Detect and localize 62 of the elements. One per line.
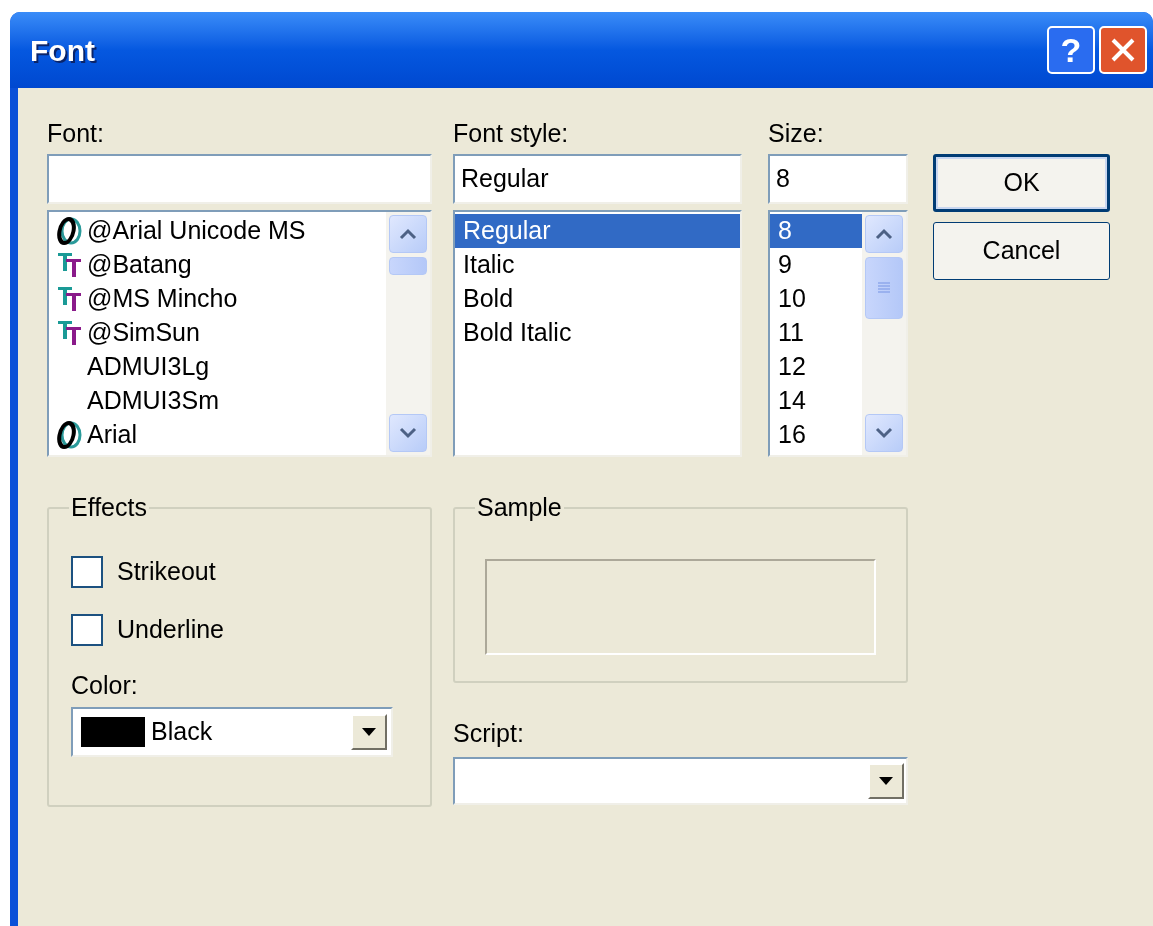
dialog-button[interactable]: OK — [933, 154, 1110, 212]
list-item[interactable]: Arial — [49, 418, 386, 452]
chevron-down-icon — [875, 427, 893, 439]
text-field[interactable] — [47, 154, 432, 204]
field-label: Font: — [47, 118, 105, 149]
list-item[interactable]: ADMUI3Sm — [49, 384, 386, 418]
checkbox-label: Underline — [117, 614, 224, 646]
color-dropdown[interactable]: Black — [71, 707, 393, 757]
list-item[interactable]: Italic — [455, 248, 740, 282]
checkbox[interactable] — [71, 556, 103, 588]
grip-icon — [877, 281, 891, 295]
list-item[interactable]: @SimSun — [49, 316, 386, 350]
list-item[interactable]: ADMUI3Lg — [49, 350, 386, 384]
scroll-up-button[interactable] — [865, 215, 903, 253]
scrollbar[interactable] — [386, 212, 430, 455]
list-item[interactable]: 12 — [770, 350, 862, 384]
field-label: Size: — [768, 118, 825, 149]
help-button[interactable]: ? — [1047, 26, 1095, 74]
dropdown-arrow-icon — [362, 728, 376, 736]
opentype-icon — [57, 421, 83, 449]
dropdown-button[interactable] — [351, 714, 387, 750]
scroll-down-button[interactable] — [865, 414, 903, 452]
list-item[interactable]: 10 — [770, 282, 862, 316]
dialog-button[interactable]: Cancel — [933, 222, 1110, 280]
truetype-icon — [57, 285, 83, 313]
dropdown-button[interactable] — [868, 763, 904, 799]
checkbox[interactable] — [71, 614, 103, 646]
scroll-thumb[interactable] — [389, 257, 427, 275]
list-box[interactable]: @Arial Unicode MS @Batang @MS Mincho @SimSun ADMUI3Lg ADMUI3Sm Arial — [47, 210, 432, 457]
chevron-up-icon — [399, 228, 417, 240]
list-item[interactable]: @Arial Unicode MS — [49, 214, 386, 248]
truetype-icon — [57, 251, 83, 279]
list-item[interactable]: 14 — [770, 384, 862, 418]
list-item[interactable]: 9 — [770, 248, 862, 282]
checkbox-label: Strikeout — [117, 556, 216, 588]
list-item[interactable]: Regular — [455, 214, 740, 248]
scroll-thumb[interactable] — [865, 257, 903, 319]
close-icon — [1110, 37, 1136, 63]
scroll-up-button[interactable] — [389, 215, 427, 253]
list-box[interactable]: Regular Italic Bold Bold Italic — [453, 210, 742, 457]
close-button[interactable] — [1099, 26, 1147, 74]
list-item[interactable]: Bold — [455, 282, 740, 316]
list-item[interactable]: @MS Mincho — [49, 282, 386, 316]
opentype-icon — [57, 217, 83, 245]
list-item[interactable]: Bold Italic — [455, 316, 740, 350]
list-item[interactable]: 16 — [770, 418, 862, 452]
chevron-down-icon — [399, 427, 417, 439]
dropdown-arrow-icon — [879, 777, 893, 785]
list-box[interactable]: 8 9 10 11 12 14 16 — [768, 210, 908, 457]
field-label: Font style: — [453, 118, 570, 149]
window-title: Font — [30, 32, 95, 69]
scroll-down-button[interactable] — [389, 414, 427, 452]
field-label: Color: — [71, 670, 139, 701]
field-label: Script: — [453, 718, 525, 749]
scrollbar[interactable] — [862, 212, 906, 455]
list-item[interactable]: @Batang — [49, 248, 386, 282]
text-field[interactable]: 8 — [768, 154, 908, 204]
truetype-icon — [57, 319, 83, 347]
list-item[interactable]: 8 — [770, 214, 862, 248]
list-item[interactable]: 11 — [770, 316, 862, 350]
text-field[interactable]: Regular — [453, 154, 742, 204]
chevron-up-icon — [875, 228, 893, 240]
